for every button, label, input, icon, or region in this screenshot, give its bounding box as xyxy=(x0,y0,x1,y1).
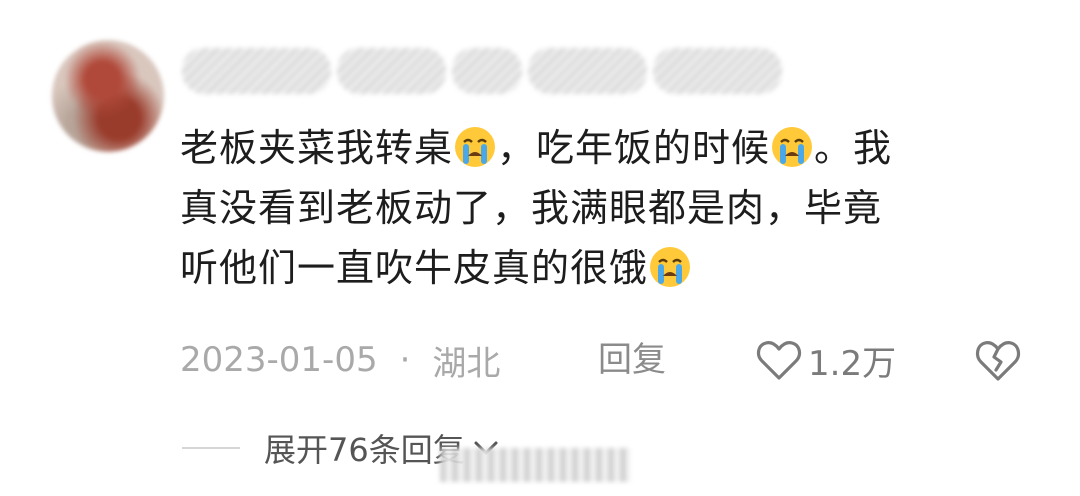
comment-location: 湖北 xyxy=(432,343,501,384)
avatar[interactable] xyxy=(52,40,164,152)
watermark xyxy=(440,448,630,482)
loudly-crying-face-icon xyxy=(650,247,691,287)
meta-separator: · xyxy=(399,340,411,380)
reply-button[interactable]: 回复 xyxy=(598,332,666,388)
comment-line-2: 真没看到老板动了，我满眼都是肉，毕竟 xyxy=(180,186,883,230)
comment-date: 2023-01-05 xyxy=(180,340,378,380)
comment-line-3: 听他们一直吹牛皮真的很饿 xyxy=(180,238,1040,298)
like-button[interactable]: 1.2万 xyxy=(756,332,896,388)
like-count: 1.2万 xyxy=(808,343,897,384)
broken-heart-icon[interactable] xyxy=(974,338,1022,382)
loudly-crying-face-icon xyxy=(772,127,813,167)
divider-line xyxy=(182,447,240,449)
username[interactable] xyxy=(182,42,782,100)
comment-line-1: 老板夹菜我转桌 ，吃年饭的时候 。我 xyxy=(180,126,893,170)
comment-text: 老板夹菜我转桌 ，吃年饭的时候 。我 真没看到老板动了，我满眼都是肉，毕竟 听他们一… xyxy=(180,118,1040,298)
comment-item: 老板夹菜我转桌 ，吃年饭的时候 。我 真没看到老板动了，我满眼都是肉，毕竟 听他们一… xyxy=(0,0,1080,496)
loudly-crying-face-icon xyxy=(455,127,496,167)
expand-replies-label[interactable]: 展开76条回复 xyxy=(264,425,465,471)
heart-outline-icon xyxy=(756,341,802,380)
comment-meta: 2023-01-05 · 湖北 xyxy=(180,332,500,388)
